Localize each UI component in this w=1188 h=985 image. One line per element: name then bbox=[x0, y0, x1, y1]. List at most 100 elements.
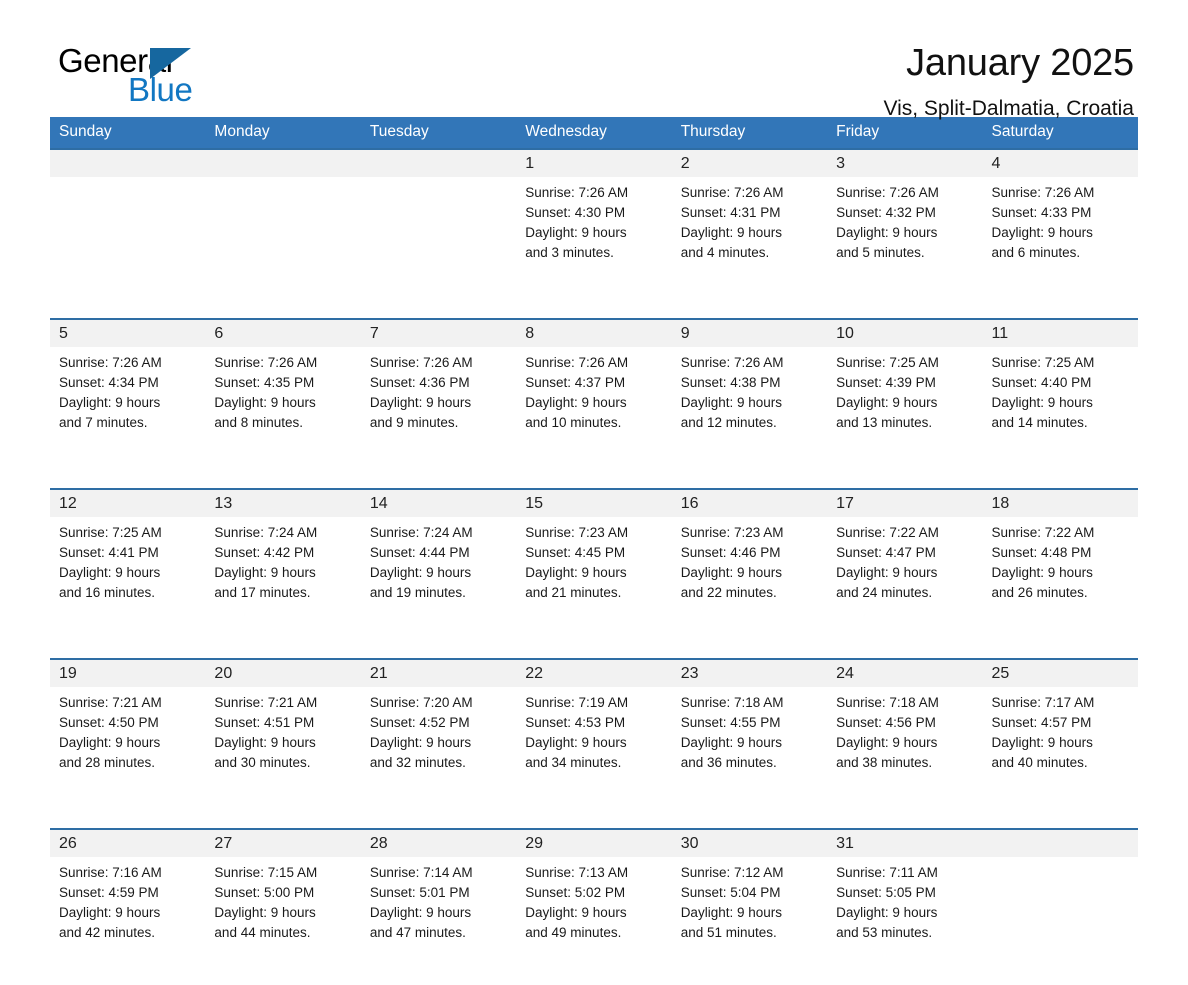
day-cell-empty bbox=[205, 177, 361, 305]
day-number-5[interactable]: 5 bbox=[50, 318, 206, 347]
day-number-8[interactable]: 8 bbox=[516, 318, 672, 347]
day-cell-15[interactable]: Sunrise: 7:23 AM Sunset: 4:45 PM Daylight:… bbox=[516, 517, 672, 645]
day-number-22[interactable]: 22 bbox=[516, 658, 672, 687]
day-cell-2[interactable]: Sunrise: 7:26 AM Sunset: 4:31 PM Daylight:… bbox=[671, 177, 828, 305]
day-number-16[interactable]: 16 bbox=[671, 488, 828, 517]
day-cell-28[interactable]: Sunrise: 7:14 AM Sunset: 5:01 PM Daylight:… bbox=[360, 857, 517, 985]
day-detail-line: and 49 minutes. bbox=[525, 925, 622, 940]
day-cell-14[interactable]: Sunrise: 7:24 AM Sunset: 4:44 PM Daylight:… bbox=[360, 517, 517, 645]
day-cell-19[interactable]: Sunrise: 7:21 AM Sunset: 4:50 PM Daylight:… bbox=[50, 687, 206, 815]
day-detail-line: Sunset: 4:47 PM bbox=[836, 545, 936, 560]
day-detail-line: Sunrise: 7:13 AM bbox=[525, 865, 629, 880]
day-cell-11[interactable]: Sunrise: 7:25 AM Sunset: 4:40 PM Daylight:… bbox=[982, 347, 1138, 475]
day-detail-line: Daylight: 9 hours bbox=[525, 905, 627, 920]
day-cell-26[interactable]: Sunrise: 7:16 AM Sunset: 4:59 PM Daylight:… bbox=[50, 857, 206, 985]
day-detail-line: Sunrise: 7:25 AM bbox=[836, 355, 939, 370]
day-cell-13[interactable]: Sunrise: 7:24 AM Sunset: 4:42 PM Daylight:… bbox=[205, 517, 361, 645]
day-cell-23[interactable]: Sunrise: 7:18 AM Sunset: 4:55 PM Daylight:… bbox=[671, 687, 828, 815]
day-cell-1[interactable]: Sunrise: 7:26 AM Sunset: 4:30 PM Daylight:… bbox=[516, 177, 672, 305]
calendar-table: Sunday Monday Tuesday Wednesday Thursday… bbox=[50, 117, 1138, 985]
day-number-24[interactable]: 24 bbox=[827, 658, 983, 687]
day-number-20[interactable]: 20 bbox=[205, 658, 361, 687]
day-cell-17[interactable]: Sunrise: 7:22 AM Sunset: 4:47 PM Daylight:… bbox=[827, 517, 983, 645]
day-cell-20[interactable]: Sunrise: 7:21 AM Sunset: 4:51 PM Daylight:… bbox=[205, 687, 361, 815]
day-number-15[interactable]: 15 bbox=[516, 488, 672, 517]
day-number-11[interactable]: 11 bbox=[982, 318, 1138, 347]
day-detail-line: Sunrise: 7:11 AM bbox=[836, 865, 938, 880]
day-detail-line: Daylight: 9 hours bbox=[680, 395, 782, 410]
day-detail-line: Sunrise: 7:25 AM bbox=[991, 355, 1095, 370]
day-number-18[interactable]: 18 bbox=[982, 488, 1138, 517]
day-number-4[interactable]: 4 bbox=[982, 148, 1138, 177]
day-cell-3[interactable]: Sunrise: 7:26 AM Sunset: 4:32 PM Daylight:… bbox=[827, 177, 983, 305]
day-number-2[interactable]: 2 bbox=[671, 148, 828, 177]
day-cell-22[interactable]: Sunrise: 7:19 AM Sunset: 4:53 PM Daylight:… bbox=[516, 687, 672, 815]
day-number-31[interactable]: 31 bbox=[827, 828, 983, 857]
day-cell-24[interactable]: Sunrise: 7:18 AM Sunset: 4:56 PM Daylight:… bbox=[827, 687, 983, 815]
generalblue-logo[interactable]: General Blue bbox=[50, 44, 250, 114]
day-cell-9[interactable]: Sunrise: 7:26 AM Sunset: 4:38 PM Daylight:… bbox=[671, 347, 828, 475]
day-number-19[interactable]: 19 bbox=[50, 658, 206, 687]
day-detail-line: Sunset: 4:36 PM bbox=[369, 375, 470, 390]
day-cell-5[interactable]: Sunrise: 7:26 AM Sunset: 4:34 PM Daylight:… bbox=[50, 347, 206, 475]
day-detail-line: and 24 minutes. bbox=[836, 585, 933, 600]
day-cell-21[interactable]: Sunrise: 7:20 AM Sunset: 4:52 PM Daylight:… bbox=[360, 687, 517, 815]
day-cell-6[interactable]: Sunrise: 7:26 AM Sunset: 4:35 PM Daylight:… bbox=[205, 347, 361, 475]
week-day-detail-row: Sunrise: 7:26 AM Sunset: 4:34 PM Daylight:… bbox=[50, 347, 1138, 475]
day-cell-10[interactable]: Sunrise: 7:25 AM Sunset: 4:39 PM Daylight:… bbox=[827, 347, 983, 475]
day-cell-18[interactable]: Sunrise: 7:22 AM Sunset: 4:48 PM Daylight:… bbox=[982, 517, 1138, 645]
day-detail-line: Sunrise: 7:26 AM bbox=[991, 185, 1095, 200]
day-detail-line: and 6 minutes. bbox=[991, 245, 1081, 260]
day-detail-line: Sunrise: 7:25 AM bbox=[59, 525, 162, 540]
day-detail-line: Sunset: 4:50 PM bbox=[59, 715, 159, 730]
day-number-27[interactable]: 27 bbox=[205, 828, 361, 857]
day-detail-line: Daylight: 9 hours bbox=[991, 395, 1093, 410]
day-detail-line: and 22 minutes. bbox=[680, 585, 777, 600]
weekday-header-monday: Monday bbox=[205, 117, 361, 149]
weekday-header-sunday: Sunday bbox=[50, 117, 206, 149]
day-cell-7[interactable]: Sunrise: 7:26 AM Sunset: 4:36 PM Daylight:… bbox=[360, 347, 517, 475]
day-number-empty bbox=[205, 148, 361, 177]
day-cell-31[interactable]: Sunrise: 7:11 AM Sunset: 5:05 PM Daylight:… bbox=[827, 857, 983, 985]
week-day-detail-row: Sunrise: 7:16 AM Sunset: 4:59 PM Daylight:… bbox=[50, 857, 1138, 985]
day-detail-line: and 3 minutes. bbox=[525, 245, 614, 260]
day-cell-4[interactable]: Sunrise: 7:26 AM Sunset: 4:33 PM Daylight:… bbox=[982, 177, 1138, 305]
day-number-17[interactable]: 17 bbox=[827, 488, 983, 517]
day-number-28[interactable]: 28 bbox=[360, 828, 517, 857]
day-number-3[interactable]: 3 bbox=[827, 148, 983, 177]
day-number-1[interactable]: 1 bbox=[516, 148, 672, 177]
day-detail-line: Sunrise: 7:22 AM bbox=[991, 525, 1095, 540]
day-cell-30[interactable]: Sunrise: 7:12 AM Sunset: 5:04 PM Daylight:… bbox=[671, 857, 828, 985]
day-detail-line: Sunset: 4:51 PM bbox=[214, 715, 315, 730]
day-number-12[interactable]: 12 bbox=[50, 488, 206, 517]
day-cell-16[interactable]: Sunrise: 7:23 AM Sunset: 4:46 PM Daylight:… bbox=[671, 517, 828, 645]
day-detail-line: Sunset: 5:01 PM bbox=[369, 885, 470, 900]
day-number-14[interactable]: 14 bbox=[360, 488, 517, 517]
day-cell-27[interactable]: Sunrise: 7:15 AM Sunset: 5:00 PM Daylight:… bbox=[205, 857, 361, 985]
day-number-13[interactable]: 13 bbox=[205, 488, 361, 517]
day-detail-line: Daylight: 9 hours bbox=[214, 735, 316, 750]
day-cell-29[interactable]: Sunrise: 7:13 AM Sunset: 5:02 PM Daylight:… bbox=[516, 857, 672, 985]
day-detail-line: Sunset: 4:52 PM bbox=[369, 715, 470, 730]
day-detail-line: and 32 minutes. bbox=[369, 755, 466, 770]
day-detail-line: Sunset: 4:32 PM bbox=[836, 205, 936, 220]
day-number-6[interactable]: 6 bbox=[205, 318, 361, 347]
weekday-header-tuesday: Tuesday bbox=[360, 117, 517, 149]
day-number-26[interactable]: 26 bbox=[50, 828, 206, 857]
day-detail-line: and 12 minutes. bbox=[680, 415, 777, 430]
day-number-10[interactable]: 10 bbox=[827, 318, 983, 347]
day-cell-25[interactable]: Sunrise: 7:17 AM Sunset: 4:57 PM Daylight:… bbox=[982, 687, 1138, 815]
day-number-9[interactable]: 9 bbox=[671, 318, 828, 347]
day-cell-12[interactable]: Sunrise: 7:25 AM Sunset: 4:41 PM Daylight:… bbox=[50, 517, 206, 645]
day-number-25[interactable]: 25 bbox=[982, 658, 1138, 687]
week-day-number-row: 26 27 28 29 30 31 bbox=[50, 828, 1138, 857]
day-number-21[interactable]: 21 bbox=[360, 658, 517, 687]
day-number-23[interactable]: 23 bbox=[671, 658, 828, 687]
day-detail-line: Daylight: 9 hours bbox=[836, 565, 938, 580]
day-detail-line: Daylight: 9 hours bbox=[59, 905, 161, 920]
day-number-29[interactable]: 29 bbox=[516, 828, 672, 857]
day-cell-8[interactable]: Sunrise: 7:26 AM Sunset: 4:37 PM Daylight:… bbox=[516, 347, 672, 475]
day-number-30[interactable]: 30 bbox=[671, 828, 828, 857]
day-detail-line: Daylight: 9 hours bbox=[991, 565, 1093, 580]
day-number-7[interactable]: 7 bbox=[360, 318, 517, 347]
